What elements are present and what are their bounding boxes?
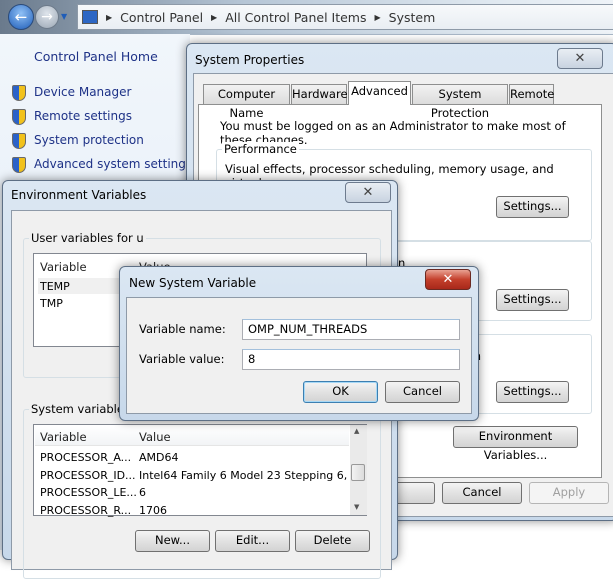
close-button[interactable]: ✕ <box>425 269 471 290</box>
tab-hardware[interactable]: Hardware <box>291 84 348 104</box>
shield-icon <box>12 157 26 173</box>
group-label: User variables for u <box>29 231 146 245</box>
variable-name-input[interactable]: OMP_NUM_THREADS <box>242 319 460 340</box>
back-button[interactable]: ← <box>8 4 34 30</box>
scrollbar-thumb[interactable] <box>351 464 365 481</box>
computer-icon <box>82 10 98 24</box>
table-row[interactable]: PROCESSOR_A... AMD64 <box>38 449 348 465</box>
breadcrumb-item[interactable]: Control Panel <box>120 10 203 25</box>
dialog-title: New System Variable <box>129 276 257 290</box>
edit-button[interactable]: Edit... <box>215 530 290 552</box>
column-header-variable[interactable]: Variable <box>40 430 87 444</box>
close-button[interactable]: ✕ <box>345 182 391 203</box>
tab-system-protection[interactable]: System Protection <box>412 84 508 120</box>
cell-variable: PROCESSOR_LE... <box>40 486 136 499</box>
variable-name-label: Variable name: <box>139 322 226 336</box>
sidebar-item-advanced-system-settings[interactable]: Advanced system settings <box>34 157 192 171</box>
system-variables-group: System variables Variable Value PROCESSO… <box>23 402 381 579</box>
tab-computer-name[interactable]: Computer Name <box>203 84 290 120</box>
dialog-title: System Properties <box>195 53 305 67</box>
new-button[interactable]: New... <box>135 530 210 552</box>
scroll-up-icon[interactable]: ▲ <box>354 427 359 435</box>
scroll-down-icon[interactable]: ▼ <box>354 503 359 511</box>
control-panel-home-link[interactable]: Control Panel Home <box>34 49 158 64</box>
breadcrumb-item[interactable]: System <box>389 10 436 25</box>
shield-icon <box>12 109 26 125</box>
cell-variable: PROCESSOR_ID... <box>40 468 136 482</box>
shield-icon <box>12 85 26 101</box>
user-profiles-settings-button[interactable]: Settings... <box>496 289 569 311</box>
close-button[interactable]: ✕ <box>557 48 603 69</box>
forward-button[interactable]: → <box>35 5 59 29</box>
scrollbar[interactable]: ▲ ▼ <box>350 425 367 515</box>
environment-variables-button[interactable]: Environment Variables... <box>453 426 578 462</box>
cancel-button[interactable]: Cancel <box>442 482 522 504</box>
delete-button[interactable]: Delete <box>295 530 370 552</box>
tab-advanced[interactable]: Advanced <box>348 81 411 105</box>
cancel-button[interactable]: Cancel <box>385 381 460 403</box>
table-row[interactable]: PROCESSOR_LE... 6 <box>38 484 348 500</box>
cell-variable: PROCESSOR_A... <box>40 451 132 464</box>
cell-variable: TEMP <box>40 280 70 293</box>
cell-variable: TMP <box>40 297 63 310</box>
cell-value: 1706 <box>139 503 167 517</box>
address-bar[interactable]: ▶ Control Panel ▶ All Control Panel Item… <box>77 4 613 30</box>
table-row[interactable]: PROCESSOR_R... 1706 <box>38 502 348 518</box>
dialog-title: Environment Variables <box>11 188 147 202</box>
tab-remote[interactable]: Remote <box>509 84 554 104</box>
breadcrumb-item[interactable]: All Control Panel Items <box>225 10 366 25</box>
startup-settings-button[interactable]: Settings... <box>496 381 569 403</box>
ok-button[interactable]: OK <box>303 381 378 403</box>
table-row[interactable]: PROCESSOR_ID... Intel64 Family 6 Model 23… <box>38 467 349 483</box>
dialog-body: Variable name: OMP_NUM_THREADS Variable … <box>126 297 472 414</box>
sidebar-item-remote-settings[interactable]: Remote settings <box>34 109 132 123</box>
new-system-variable-dialog: New System Variable ✕ Variable name: OMP… <box>119 266 479 421</box>
variable-value-input[interactable]: 8 <box>242 349 460 370</box>
sidebar-item-system-protection[interactable]: System protection <box>34 133 144 147</box>
sidebar-item-device-manager[interactable]: Device Manager <box>34 85 131 99</box>
cell-value: 6 <box>139 486 146 499</box>
group-label: Performance <box>222 142 299 156</box>
variable-value-label: Variable value: <box>139 352 225 366</box>
shield-icon <box>12 133 26 149</box>
system-variables-list[interactable]: Variable Value PROCESSOR_A... AMD64 PROCES… <box>33 424 367 518</box>
chevron-right-icon[interactable]: ▶ <box>106 13 112 22</box>
group-label: System variables <box>29 402 132 416</box>
column-header-variable[interactable]: Variable <box>40 260 87 274</box>
chevron-right-icon[interactable]: ▶ <box>375 13 381 22</box>
cell-variable: PROCESSOR_R... <box>40 503 132 517</box>
column-header-value[interactable]: Value <box>139 430 171 444</box>
chevron-right-icon[interactable]: ▶ <box>211 13 217 22</box>
cell-value: Intel64 Family 6 Model 23 Stepping 6, G.… <box>139 468 349 482</box>
history-dropdown-icon[interactable]: ▼ <box>61 12 67 21</box>
apply-button[interactable]: Apply <box>529 482 609 504</box>
cell-value: AMD64 <box>139 451 179 464</box>
performance-settings-button[interactable]: Settings... <box>496 196 569 218</box>
